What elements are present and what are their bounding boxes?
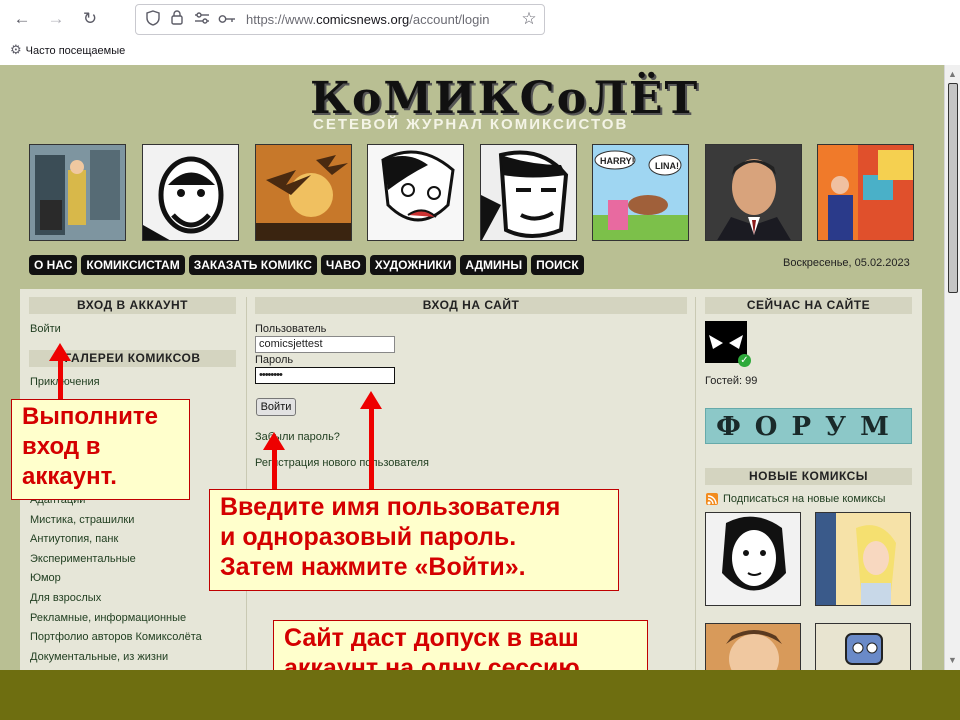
- online-check-icon: ✓: [738, 354, 751, 367]
- menu-artists[interactable]: ХУДОЖНИКИ: [369, 255, 457, 275]
- gallery-link-portfolio[interactable]: Портфолио авторов Комиксолёта: [30, 631, 202, 643]
- gallery-link-humor[interactable]: Юмор: [30, 572, 61, 584]
- key-icon[interactable]: [218, 10, 236, 28]
- callout-session: Сайт даст допуск в ваш аккаунт на одну с…: [273, 620, 648, 670]
- bookmark-most-visited[interactable]: Часто посещаемые: [26, 45, 126, 57]
- web-page: КоМИКСоЛЁТ СЕТЕВОЙ ЖУРНАЛ КОМИКСИСТОВ HA…: [0, 65, 960, 670]
- url-host: comicsnews.org: [316, 12, 410, 27]
- url-text[interactable]: https://www.comicsnews.org/account/login: [246, 12, 490, 27]
- new-comics-heading: НОВЫЕ КОМИКСЫ: [705, 468, 912, 485]
- reload-icon[interactable]: ↻: [79, 8, 101, 30]
- page-scrollbar[interactable]: ▲ ▼: [944, 65, 960, 670]
- comic-thumbnail[interactable]: [255, 144, 352, 241]
- callout-login: Выполните вход в аккаунт.: [11, 399, 190, 500]
- forward-arrow-icon[interactable]: →: [45, 8, 67, 30]
- password-input[interactable]: ••••••••: [255, 367, 395, 384]
- comic-thumbnail[interactable]: [367, 144, 464, 241]
- current-date: Воскресенье, 05.02.2023: [783, 257, 910, 269]
- comic-thumbnail[interactable]: [29, 144, 126, 241]
- scrollbar-thumb[interactable]: [948, 83, 958, 293]
- callout-credentials-line: Введите имя пользователя: [220, 493, 561, 521]
- comic-thumbnail[interactable]: HARRY! LINA!: [592, 144, 689, 241]
- browser-chrome: ← → ↻ https://www.comicsnews.org/account…: [0, 0, 960, 65]
- username-input[interactable]: comicsjettest: [255, 336, 395, 353]
- annotation-arrow-login: [49, 343, 71, 401]
- star-bookmark-icon[interactable]: ☆: [520, 10, 538, 28]
- comic-thumbnail[interactable]: [480, 144, 577, 241]
- gallery-link-documentary[interactable]: Документальные, из жизни: [30, 651, 168, 663]
- menu-order-comic[interactable]: ЗАКАЗАТЬ КОМИКС: [188, 255, 317, 275]
- rss-icon: [706, 493, 718, 505]
- scroll-up-icon[interactable]: ▲: [948, 69, 957, 79]
- callout-login-line: Выполните: [22, 403, 158, 430]
- forum-banner-text: ФОРУМ: [716, 412, 903, 442]
- speech-bubble-harry: HARRY!: [600, 156, 635, 166]
- lock-icon[interactable]: [168, 10, 186, 28]
- subscribe-new-comics-link[interactable]: Подписаться на новые комиксы: [723, 493, 885, 505]
- menu-for-comic-artists[interactable]: КОМИКСИСТАМ: [81, 255, 185, 275]
- bookmarks-bar: ⚙ Часто посещаемые: [10, 42, 125, 58]
- login-link[interactable]: Войти: [30, 323, 61, 335]
- login-box-heading: ВХОД В АККАУНТ: [29, 297, 236, 314]
- callout-session-line: аккаунт на одну сессию.: [284, 654, 587, 670]
- url-path: /account/login: [409, 12, 490, 27]
- username-label: Пользователь: [255, 323, 327, 335]
- guests-count: Гостей: 99: [705, 375, 758, 387]
- gear-icon: ⚙: [10, 42, 22, 57]
- bottom-frame: [0, 670, 960, 720]
- new-comic-thumbnail[interactable]: [705, 512, 801, 606]
- gallery-link-adults[interactable]: Для взрослых: [30, 592, 101, 604]
- gallery-link-experimental[interactable]: Экспериментальные: [30, 553, 136, 565]
- shield-icon[interactable]: [144, 10, 162, 28]
- callout-login-line: аккаунт.: [22, 463, 117, 490]
- online-now-heading: СЕЙЧАС НА САЙТЕ: [705, 297, 912, 314]
- new-comic-thumbnail[interactable]: [815, 512, 911, 606]
- callout-credentials-line: Затем нажмите «Войти».: [220, 553, 526, 581]
- password-label: Пароль: [255, 354, 294, 366]
- site-tagline: СЕТЕВОЙ ЖУРНАЛ КОМИКСИСТОВ: [313, 116, 629, 133]
- gallery-link-dystopia[interactable]: Антиутопия, панк: [30, 533, 118, 545]
- gallery-link-mystic[interactable]: Мистика, страшилки: [30, 514, 134, 526]
- menu-faq[interactable]: ЧАВО: [320, 255, 366, 275]
- menu-admins[interactable]: АДМИНЫ: [460, 255, 528, 275]
- address-bar[interactable]: https://www.comicsnews.org/account/login…: [135, 4, 545, 35]
- annotation-arrow-password: [360, 391, 382, 490]
- main-menu: О НАС КОМИКСИСТАМ ЗАКАЗАТЬ КОМИКС ЧАВО Х…: [29, 255, 584, 275]
- menu-about[interactable]: О НАС: [29, 255, 78, 275]
- site-login-heading: ВХОД НА САЙТ: [255, 297, 687, 314]
- gallery-link-advertising[interactable]: Рекламные, информационные: [30, 612, 186, 624]
- column-divider: [695, 297, 696, 670]
- back-arrow-icon[interactable]: ←: [11, 8, 33, 30]
- annotation-arrow-submit: [263, 432, 285, 490]
- register-link[interactable]: Регистрация нового пользователя: [255, 457, 429, 469]
- menu-search[interactable]: ПОИСК: [531, 255, 584, 275]
- new-comic-thumbnail[interactable]: [705, 623, 801, 670]
- comic-thumbnail[interactable]: [142, 144, 239, 241]
- callout-login-line: вход в: [22, 433, 101, 460]
- comic-thumbnail[interactable]: [817, 144, 914, 241]
- permissions-icon[interactable]: [193, 10, 211, 28]
- speech-bubble-lina: LINA!: [655, 161, 679, 171]
- gallery-link-adventures[interactable]: Приключения: [30, 376, 100, 388]
- new-comic-thumbnail[interactable]: [815, 623, 911, 670]
- forum-banner[interactable]: ФОРУМ: [705, 408, 912, 444]
- column-divider: [246, 297, 247, 670]
- comic-thumbnails: HARRY! LINA!: [0, 144, 940, 242]
- callout-session-line: Сайт даст допуск в ваш: [284, 624, 579, 652]
- scroll-down-icon[interactable]: ▼: [948, 655, 957, 665]
- login-submit-button[interactable]: Войти: [256, 398, 296, 416]
- callout-credentials-line: и одноразовый пароль.: [220, 523, 517, 551]
- callout-credentials: Введите имя пользователя и одноразовый п…: [209, 489, 619, 591]
- url-prefix: https://www.: [246, 12, 317, 27]
- comic-thumbnail[interactable]: [705, 144, 802, 241]
